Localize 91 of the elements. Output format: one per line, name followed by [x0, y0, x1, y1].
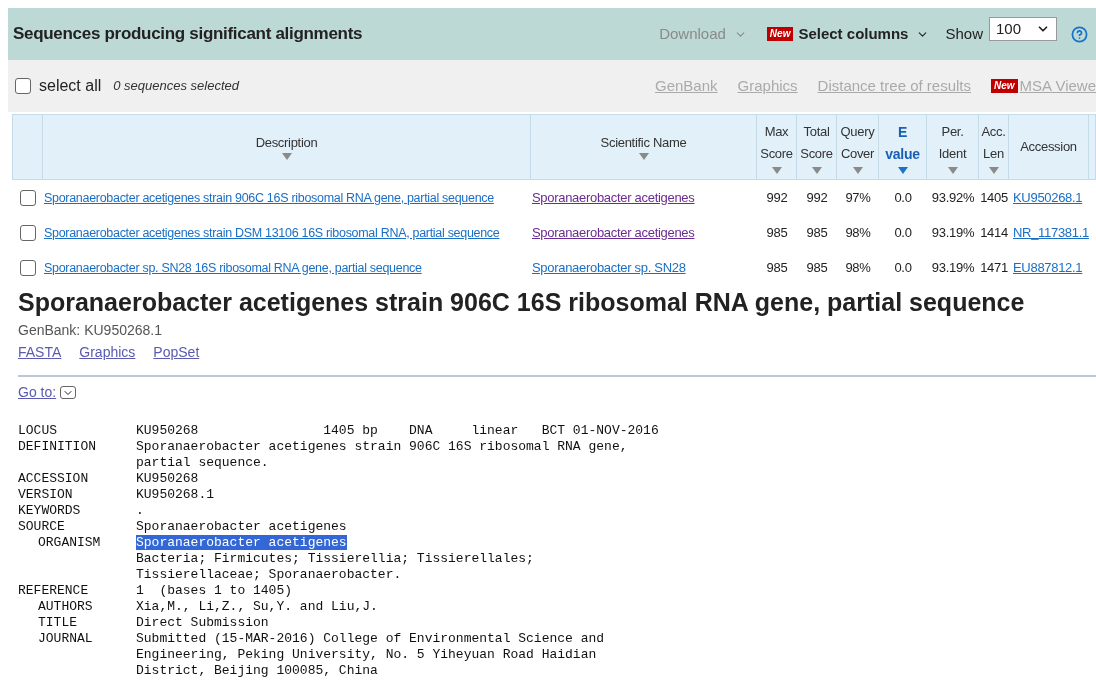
- record-title: Sporanaerobacter acetigenes strain 906C 16S ribosomal RNA gene, partial sequence: [18, 288, 1026, 316]
- select-all-label[interactable]: select all: [39, 74, 102, 98]
- table-cell: 1414: [980, 224, 1008, 240]
- sort-arrow-icon[interactable]: [638, 152, 649, 160]
- field-label: JOURNAL: [37, 631, 94, 648]
- show-label: Show: [945, 23, 983, 44]
- description-link[interactable]: Sporanaerobacter acetigenes strain DSM 13106 16S ribosomal RNA, partial sequence: [44, 225, 500, 240]
- field-value: KU950268: [136, 471, 199, 486]
- table-cell: 93.19%: [931, 224, 975, 240]
- column-header[interactable]: E value: [879, 115, 927, 179]
- field-label: REFERENCE: [18, 583, 90, 599]
- section-title: Sequences producing significant alignments: [13, 23, 363, 46]
- field-value: partial sequence.: [136, 455, 269, 470]
- sort-arrow-icon[interactable]: [947, 166, 958, 174]
- accession-link[interactable]: NR_117381.1: [1013, 224, 1089, 240]
- select-all-checkbox[interactable]: [15, 78, 31, 94]
- field-value: District, Beijing 100085, China: [136, 663, 378, 678]
- field-label: AUTHORS: [37, 599, 94, 615]
- table-cell: 0.0: [894, 259, 912, 275]
- sort-arrow-icon[interactable]: [852, 166, 863, 174]
- column-header[interactable]: Acc. Len: [979, 115, 1009, 179]
- table-cell: 985: [806, 259, 828, 275]
- table-cell: 97%: [845, 189, 871, 205]
- record-link[interactable]: Graphics: [79, 342, 136, 363]
- column-header[interactable]: Max Score: [757, 115, 797, 179]
- field-value: KU950268.1: [136, 487, 214, 502]
- field-label: KEYWORDS: [18, 503, 82, 519]
- table-cell: 985: [806, 224, 828, 240]
- table-cell: 985: [766, 259, 788, 275]
- column-header[interactable]: Description: [43, 115, 531, 179]
- record-link[interactable]: PopSet: [153, 342, 200, 363]
- field-value: 1 (bases 1 to 1405): [136, 583, 293, 598]
- sort-arrow-icon[interactable]: [897, 166, 908, 174]
- genbank-accession: GenBank: KU950268.1: [18, 321, 163, 340]
- table-cell: 985: [766, 224, 788, 240]
- table-cell: 93.92%: [931, 189, 975, 205]
- table-cell: 0.0: [894, 189, 912, 205]
- field-value: Sporanaerobacter acetigenes: [136, 535, 347, 550]
- field-value: KU950268 1405 bp DNA linear BCT 01-NOV-2016: [136, 423, 659, 438]
- new-badge: New: [991, 79, 1018, 93]
- table-cell: 1471: [980, 259, 1008, 275]
- selection-count: 0 sequences selected: [113, 77, 239, 96]
- column-header[interactable]: Total Score: [797, 115, 837, 179]
- field-value: Sporanaerobacter acetigenes: [136, 519, 347, 534]
- field-label: TITLE: [37, 615, 78, 631]
- sort-arrow-icon[interactable]: [988, 166, 999, 174]
- field-label: ORGANISM: [37, 535, 102, 552]
- table-cell: 1405: [980, 189, 1008, 205]
- field-value: Xia,M., Li,Z., Su,Y. and Liu,J.: [136, 599, 378, 614]
- select-columns-button[interactable]: Select columns: [798, 22, 930, 46]
- field-value: Tissierellaceae; Sporanaerobacter.: [136, 567, 402, 582]
- description-link[interactable]: Sporanaerobacter acetigenes strain 906C 16S ribosomal RNA gene, partial sequence: [44, 190, 494, 205]
- row-checkbox[interactable]: [19, 259, 36, 276]
- field-value: Bacteria; Firmicutes; Tissierellia; Tissierellales;: [136, 551, 534, 566]
- field-label: DEFINITION: [18, 439, 97, 456]
- field-label: LOCUS: [18, 423, 58, 439]
- field-value: Sporanaerobacter acetigenes strain 906C 16S ribosomal RNA gene,: [136, 439, 628, 454]
- scientific-name-link[interactable]: Sporanaerobacter acetigenes: [532, 224, 695, 240]
- field-label: VERSION: [18, 487, 74, 503]
- row-checkbox[interactable]: [19, 224, 36, 241]
- accession-link[interactable]: EU887812.1: [1013, 259, 1083, 275]
- description-link[interactable]: Sporanaerobacter sp. SN28 16S ribosomal RNA gene, partial sequence: [44, 260, 422, 275]
- sort-arrow-icon[interactable]: [811, 166, 822, 174]
- scientific-name-link[interactable]: Sporanaerobacter sp. SN28: [532, 259, 686, 275]
- field-label: SOURCE: [18, 519, 66, 535]
- column-header[interactable]: Scientific Name: [531, 115, 757, 179]
- field-value: Direct Submission: [136, 615, 269, 630]
- column-header[interactable]: Accession: [1009, 115, 1089, 179]
- table-cell: 93.19%: [931, 259, 975, 275]
- table-cell: 98%: [845, 259, 871, 275]
- show-count-select[interactable]: 100: [989, 17, 1057, 41]
- field-value: Submitted (15-MAR-2016) College of Environmental Science and: [136, 631, 605, 646]
- new-badge: New: [766, 27, 794, 41]
- accession-link[interactable]: KU950268.1: [1013, 189, 1083, 205]
- table-cell: 98%: [845, 224, 871, 240]
- column-header[interactable]: Per. Ident: [927, 115, 979, 179]
- sort-arrow-icon[interactable]: [771, 166, 782, 174]
- table-cell: 992: [806, 189, 828, 205]
- field-value: .: [136, 503, 144, 518]
- record-link[interactable]: FASTA: [18, 342, 62, 363]
- row-checkbox[interactable]: [19, 189, 36, 206]
- table-cell: 0.0: [894, 224, 912, 240]
- goto-link[interactable]: Go to:: [18, 382, 57, 403]
- sort-arrow-icon[interactable]: [281, 152, 292, 160]
- help-icon[interactable]: [1071, 25, 1088, 43]
- table-cell: 992: [766, 189, 788, 205]
- scientific-name-link[interactable]: Sporanaerobacter acetigenes: [532, 189, 695, 205]
- field-label: ACCESSION: [18, 471, 90, 487]
- field-value: Engineering, Peking University, No. 5 Yiheyuan Road Haidian: [136, 647, 597, 662]
- column-header[interactable]: Query Cover: [837, 115, 879, 179]
- chevron-down-icon[interactable]: [60, 386, 77, 399]
